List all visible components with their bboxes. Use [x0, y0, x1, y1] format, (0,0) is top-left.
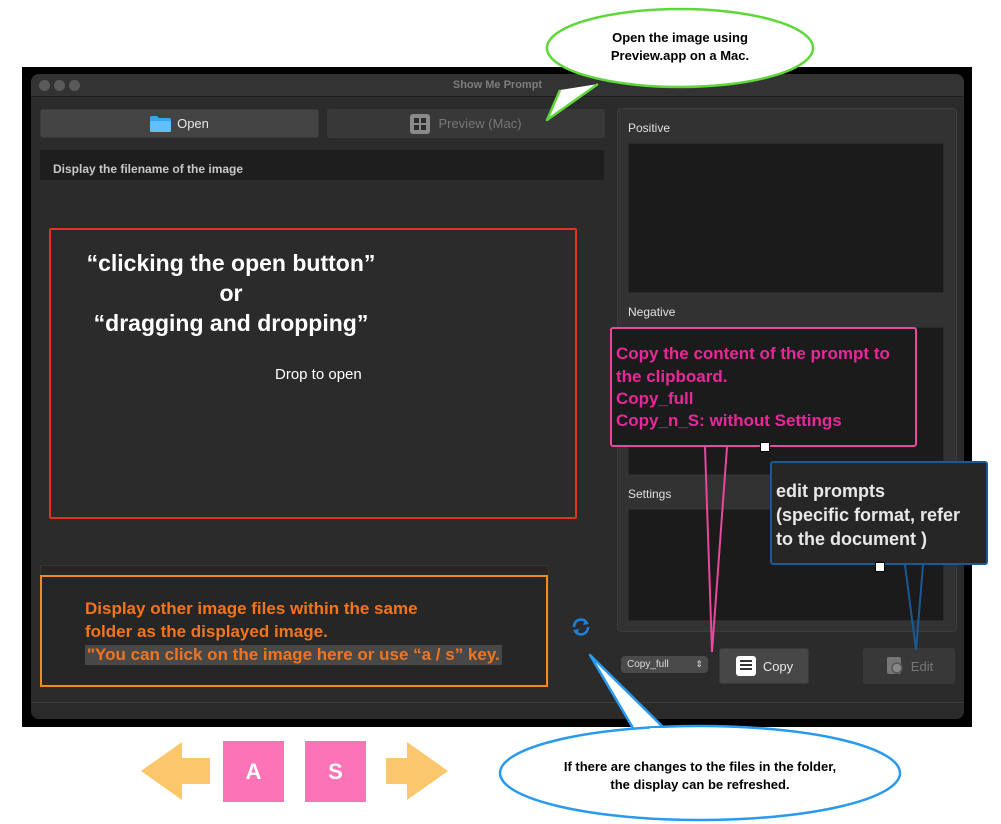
arrow-left-icon [141, 742, 210, 800]
annotation-overlay [141, 7, 924, 822]
refresh-bubble-line-1: If there are changes to the files in the… [563, 759, 837, 774]
preview-bubble-line-1: Open the image using [612, 30, 748, 45]
preview-bubble-line-2: Preview.app on a Mac. [610, 48, 750, 63]
a-key-badge: A [223, 741, 284, 802]
s-key-badge: S [305, 741, 366, 802]
refresh-bubble-line-2: the display can be refreshed. [610, 777, 790, 792]
copy-callout-pointer [704, 446, 728, 653]
arrow-right-icon [386, 742, 448, 800]
preview-callout-pointer [545, 82, 599, 122]
edit-callout-pointer [904, 564, 924, 651]
